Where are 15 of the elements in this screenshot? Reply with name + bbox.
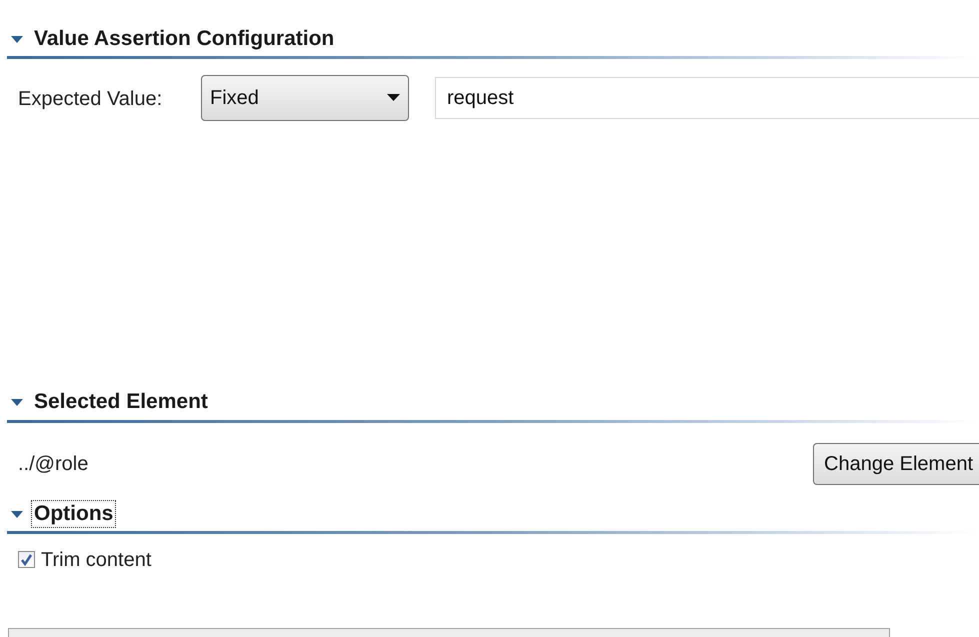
section-title[interactable]: Selected Element bbox=[32, 389, 210, 416]
section-title[interactable]: Value Assertion Configuration bbox=[32, 26, 336, 52]
field-label: Expected Value: bbox=[18, 87, 164, 112]
dropdown-arrow-icon bbox=[387, 94, 400, 102]
checkbox[interactable] bbox=[18, 551, 35, 568]
collapse-icon[interactable] bbox=[10, 397, 24, 408]
section-title[interactable]: Options bbox=[32, 500, 116, 527]
horizontal-scrollbar[interactable] bbox=[8, 628, 890, 637]
input-field[interactable]: request bbox=[435, 77, 979, 120]
collapse-icon[interactable] bbox=[10, 508, 24, 519]
dropdown[interactable]: Fixed bbox=[201, 75, 409, 122]
element-path: ../@role bbox=[18, 452, 88, 476]
change-element-button[interactable]: Change Element bbox=[813, 442, 979, 484]
checkbox-label: Trim content bbox=[41, 550, 152, 570]
collapse-icon[interactable] bbox=[10, 34, 24, 44]
